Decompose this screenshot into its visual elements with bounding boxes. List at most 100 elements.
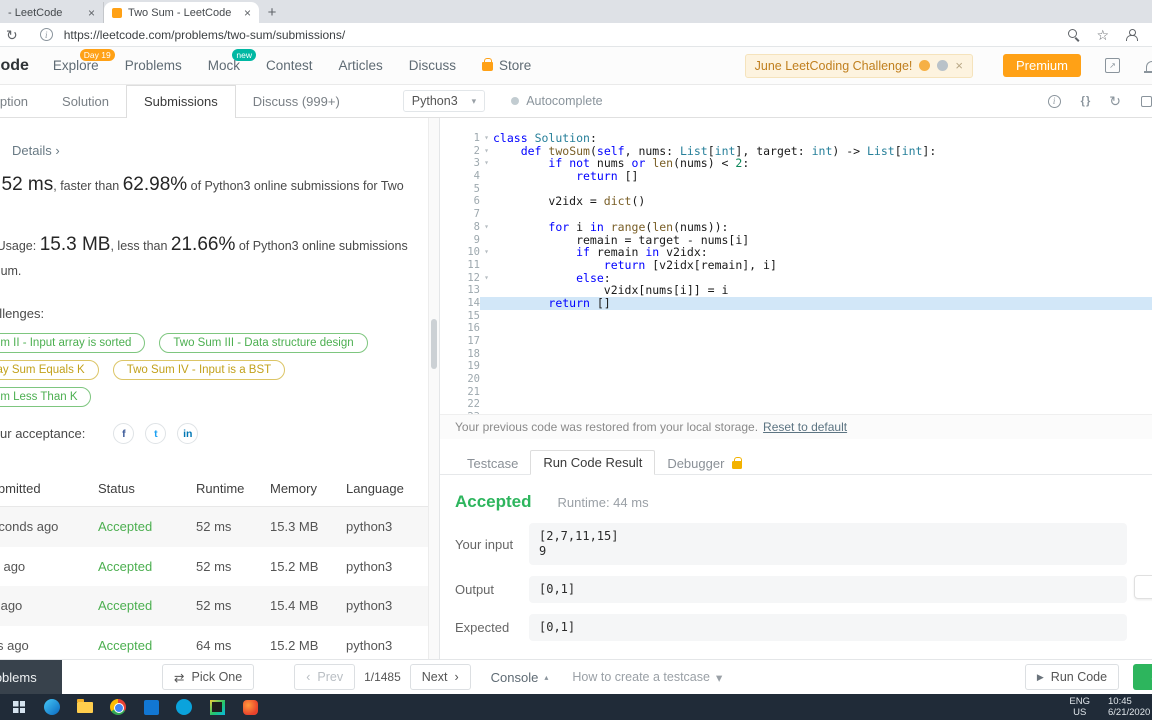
reset-to-default-link[interactable]: Reset to default bbox=[763, 420, 847, 434]
cell-status-link[interactable]: Accepted bbox=[90, 519, 188, 534]
chrome-icon[interactable] bbox=[107, 698, 129, 716]
fold-chevron-icon[interactable]: ▾ bbox=[480, 272, 493, 285]
howto-testcase-link[interactable]: How to create a testcase ▾ bbox=[572, 670, 722, 685]
twitter-icon[interactable]: t bbox=[145, 423, 167, 444]
nav-item-articles[interactable]: Articles bbox=[339, 58, 383, 73]
challenge-pill-subarray-sum-equals-k[interactable]: Subarray Sum Equals K bbox=[0, 360, 99, 380]
facebook-icon[interactable]: f bbox=[113, 423, 135, 444]
nav-item-discuss[interactable]: Discuss bbox=[409, 58, 456, 73]
tab-description[interactable]: Description bbox=[0, 85, 45, 118]
tab-submissions[interactable]: Submissions bbox=[126, 84, 236, 118]
linkedin-icon[interactable]: in bbox=[177, 423, 199, 444]
scrollbar-thumb[interactable] bbox=[431, 319, 437, 369]
site-info-icon[interactable]: i bbox=[39, 28, 53, 41]
close-tab-icon[interactable]: × bbox=[88, 7, 95, 19]
copy-icon[interactable] bbox=[1134, 575, 1152, 599]
code-line[interactable]: 19 bbox=[440, 360, 1152, 373]
language-indicator[interactable]: ENG US bbox=[1069, 696, 1090, 719]
code-line[interactable]: 4 return [] bbox=[440, 170, 1152, 183]
line-number: 16 bbox=[467, 322, 480, 335]
banner-close-icon[interactable]: × bbox=[955, 59, 963, 72]
taskbar-clock[interactable]: 10:45 6/21/2020 bbox=[1108, 696, 1152, 719]
code-editor[interactable]: 1 ▾ class Solution: 2 ▾ def twoSum(self, num… bbox=[440, 118, 1152, 414]
favorite-star-icon[interactable]: ☆ bbox=[1096, 28, 1109, 42]
submit-button[interactable]: Submit bbox=[1133, 664, 1152, 690]
info-icon[interactable]: i bbox=[1047, 94, 1061, 108]
firefox-icon[interactable] bbox=[239, 698, 261, 716]
autocomplete-toggle[interactable]: Autocomplete bbox=[511, 94, 603, 108]
browser-tab-2[interactable]: Two Sum - LeetCode × bbox=[104, 2, 259, 23]
tab-solution[interactable]: Solution bbox=[45, 85, 126, 118]
problems-list-button[interactable]: ≡ Problems bbox=[0, 660, 62, 694]
code-line[interactable]: 21 bbox=[440, 386, 1152, 399]
nav-item-mock[interactable]: Mock new bbox=[208, 49, 256, 73]
challenge-pill-two-sum-iii-data-structure-design[interactable]: Two Sum III - Data structure design bbox=[159, 333, 368, 353]
prev-button[interactable]: ‹ Prev bbox=[294, 664, 356, 690]
memory-value: 15.3 MB bbox=[39, 234, 111, 255]
chevron-left-icon: ‹ bbox=[306, 670, 311, 684]
leetcode-logo[interactable]: LeetCode bbox=[0, 57, 29, 75]
tab-discuss-999[interactable]: Discuss (999+) bbox=[236, 85, 357, 118]
line-number: 17 bbox=[467, 335, 480, 347]
code-line[interactable]: 17 bbox=[440, 335, 1152, 348]
new-tab-button[interactable]: + bbox=[259, 2, 285, 23]
url-input[interactable]: https://leetcode.com/problems/two-sum/su… bbox=[64, 28, 345, 42]
result-tab-testcase[interactable]: Testcase bbox=[455, 452, 530, 475]
code-line[interactable]: 22 bbox=[440, 398, 1152, 411]
code-line[interactable]: 14 return [] bbox=[440, 297, 1152, 310]
close-tab-icon[interactable]: × bbox=[244, 7, 251, 19]
edge-icon[interactable] bbox=[41, 698, 63, 716]
next-button[interactable]: Next › bbox=[409, 664, 471, 690]
fold-gutter bbox=[480, 322, 493, 335]
reset-code-icon[interactable]: ↻ bbox=[1109, 94, 1121, 108]
chevron-right-icon: › bbox=[55, 143, 60, 158]
result-tab-run-code-result[interactable]: Run Code Result bbox=[530, 450, 656, 475]
challenge-pill-two-sum-ii-input-array-is-sorted[interactable]: Two Sum II - Input array is sorted bbox=[0, 333, 146, 353]
fold-chevron-icon[interactable]: ▾ bbox=[480, 221, 493, 234]
fold-chevron-icon[interactable]: ▾ bbox=[480, 132, 493, 145]
fullscreen-icon[interactable] bbox=[1141, 95, 1152, 107]
cell-runtime: 52 ms bbox=[196, 558, 232, 574]
challenge-banner[interactable]: June LeetCoding Challenge! × bbox=[744, 53, 973, 78]
cell-status-link[interactable]: Accepted bbox=[90, 638, 188, 653]
skype-icon[interactable] bbox=[173, 698, 195, 716]
browser-tab-1[interactable]: - LeetCode × bbox=[0, 2, 104, 23]
nav-item-problems[interactable]: Problems bbox=[125, 58, 182, 73]
pane-splitter[interactable] bbox=[428, 118, 440, 659]
code-line[interactable]: 18 bbox=[440, 348, 1152, 361]
nav-item-explore[interactable]: Explore Day 19 bbox=[53, 49, 115, 73]
run-code-button[interactable]: ▶ Run Code bbox=[1024, 664, 1120, 690]
code-line[interactable]: 20 bbox=[440, 373, 1152, 386]
challenge-pill-two-sum-iv-input-is-a-bst[interactable]: Two Sum IV - Input is a BST bbox=[112, 360, 286, 380]
line-number: 10 bbox=[467, 246, 480, 259]
file-explorer-icon[interactable] bbox=[74, 698, 96, 716]
console-toggle[interactable]: Console ▴ bbox=[491, 670, 549, 685]
code-line[interactable]: 6 v2idx = dict() bbox=[440, 195, 1152, 208]
vscode-icon[interactable] bbox=[140, 698, 162, 716]
session-icon[interactable]: ↗ bbox=[1105, 58, 1120, 73]
nav-label: Discuss bbox=[408, 58, 457, 73]
cell-status-link[interactable]: Accepted bbox=[90, 559, 188, 574]
notifications-bell-icon[interactable] bbox=[1144, 60, 1152, 73]
pycharm-icon[interactable] bbox=[206, 698, 228, 716]
language-select[interactable]: Python3 ▾ bbox=[402, 90, 486, 112]
premium-button[interactable]: Premium bbox=[1002, 54, 1081, 77]
nav-item-store[interactable]: Store bbox=[482, 58, 531, 73]
code-line[interactable]: 16 bbox=[440, 322, 1152, 335]
details-link[interactable]: Details › bbox=[12, 143, 428, 158]
fold-chevron-icon[interactable]: ▾ bbox=[480, 157, 493, 170]
fold-chevron-icon[interactable]: ▾ bbox=[480, 246, 493, 259]
shuffle-icon: ⇄ bbox=[174, 670, 185, 685]
refresh-icon[interactable]: ↻ bbox=[6, 28, 18, 42]
challenge-pill-two-sum-less-than-k[interactable]: Two Sum Less Than K bbox=[0, 387, 92, 407]
fold-chevron-icon[interactable]: ▾ bbox=[480, 145, 493, 158]
result-tab-debugger[interactable]: Debugger bbox=[655, 452, 754, 475]
profile-icon[interactable] bbox=[1125, 28, 1138, 41]
start-button[interactable] bbox=[8, 698, 30, 716]
code-line[interactable]: 15 bbox=[440, 310, 1152, 323]
pick-one-button[interactable]: ⇄ Pick One bbox=[162, 664, 255, 690]
zoom-icon[interactable] bbox=[1067, 28, 1080, 41]
nav-item-contest[interactable]: Contest bbox=[266, 58, 313, 73]
cell-status-link[interactable]: Accepted bbox=[90, 598, 188, 613]
format-code-icon[interactable]: { } bbox=[1081, 95, 1091, 107]
